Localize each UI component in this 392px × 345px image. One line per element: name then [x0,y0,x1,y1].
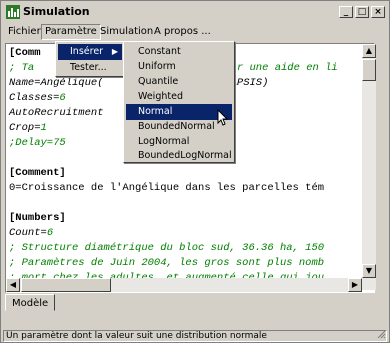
parametre-menu: Insérer ▶ Tester... [55,41,125,77]
submenu-item-boundedlognormal[interactable]: BoundedLogNormal [126,148,232,164]
menu-a-propos[interactable]: A propos ... [151,24,214,40]
menu-bar: Fichier Paramètre Simulation A propos ..… [3,23,387,41]
submenu-item-quantile[interactable]: Quantile [126,74,232,90]
close-button[interactable]: × [371,6,385,18]
title-bar[interactable]: Simulation _ □ × [3,3,387,21]
status-bar: Un paramètre dont la valeur suit une dis… [3,330,387,342]
submenu-item-constant[interactable]: Constant [126,44,232,60]
editor-line: Count=6 [9,227,54,239]
editor-line: [Comment] [9,167,66,179]
menu-fichier[interactable]: Fichier [5,24,44,40]
submenu-item-weighted[interactable]: Weighted [126,89,232,105]
maximize-button[interactable]: □ [355,6,369,18]
inserer-submenu: Constant Uniform Quantile Weighted Norma… [123,41,235,163]
scroll-right-button[interactable]: ▶ [348,278,362,292]
editor-line: [Comm [9,47,41,59]
minimize-button[interactable]: _ [339,6,353,18]
scroll-left-button[interactable]: ◀ [6,278,20,292]
editor-line: Crop=1 [9,122,47,134]
menu-parametre[interactable]: Paramètre [41,24,101,40]
menu-simulation[interactable]: Simulation [97,24,156,40]
editor-line: AutoRecruitment [9,107,104,119]
editor-line: ; Paramètres de Juin 2004, les gros sont… [9,257,325,269]
tab-modele[interactable]: Modèle [5,294,56,311]
scroll-down-button[interactable]: ▼ [362,264,376,278]
resize-grip-icon[interactable] [376,329,386,339]
editor-line: 0=Croissance de l'Angélique dans les par… [9,182,325,194]
window-title: Simulation [23,5,90,18]
scroll-thumb[interactable] [362,59,376,81]
scroll-up-button[interactable]: ▲ [362,44,376,58]
app-icon [6,5,20,19]
hscroll-thumb[interactable] [21,278,111,292]
submenu-item-uniform[interactable]: Uniform [126,59,232,75]
mouse-pointer-icon [217,109,229,126]
simulation-window: Simulation _ □ × Fichier Paramètre Simul… [0,0,390,343]
editor-line: ;Delay=75 [9,137,66,149]
submenu-arrow-icon: ▶ [111,47,118,56]
menu-item-inserer[interactable]: Insérer ▶ [58,44,122,60]
editor-line: Name=Angélique((CAPSIS) [9,77,269,89]
horizontal-scrollbar[interactable]: ◀ ▶ [6,278,362,292]
editor-line: [Numbers] [9,212,66,224]
editor-line: ; Structure diamétrique du bloc sud, 36.… [9,242,325,254]
vertical-scrollbar[interactable]: ▲ ▼ [362,44,376,290]
editor-line: ; Ta voir une aide en li [9,62,338,74]
editor-line: Classes=6 [9,92,66,104]
menu-item-tester[interactable]: Tester... [58,60,122,76]
